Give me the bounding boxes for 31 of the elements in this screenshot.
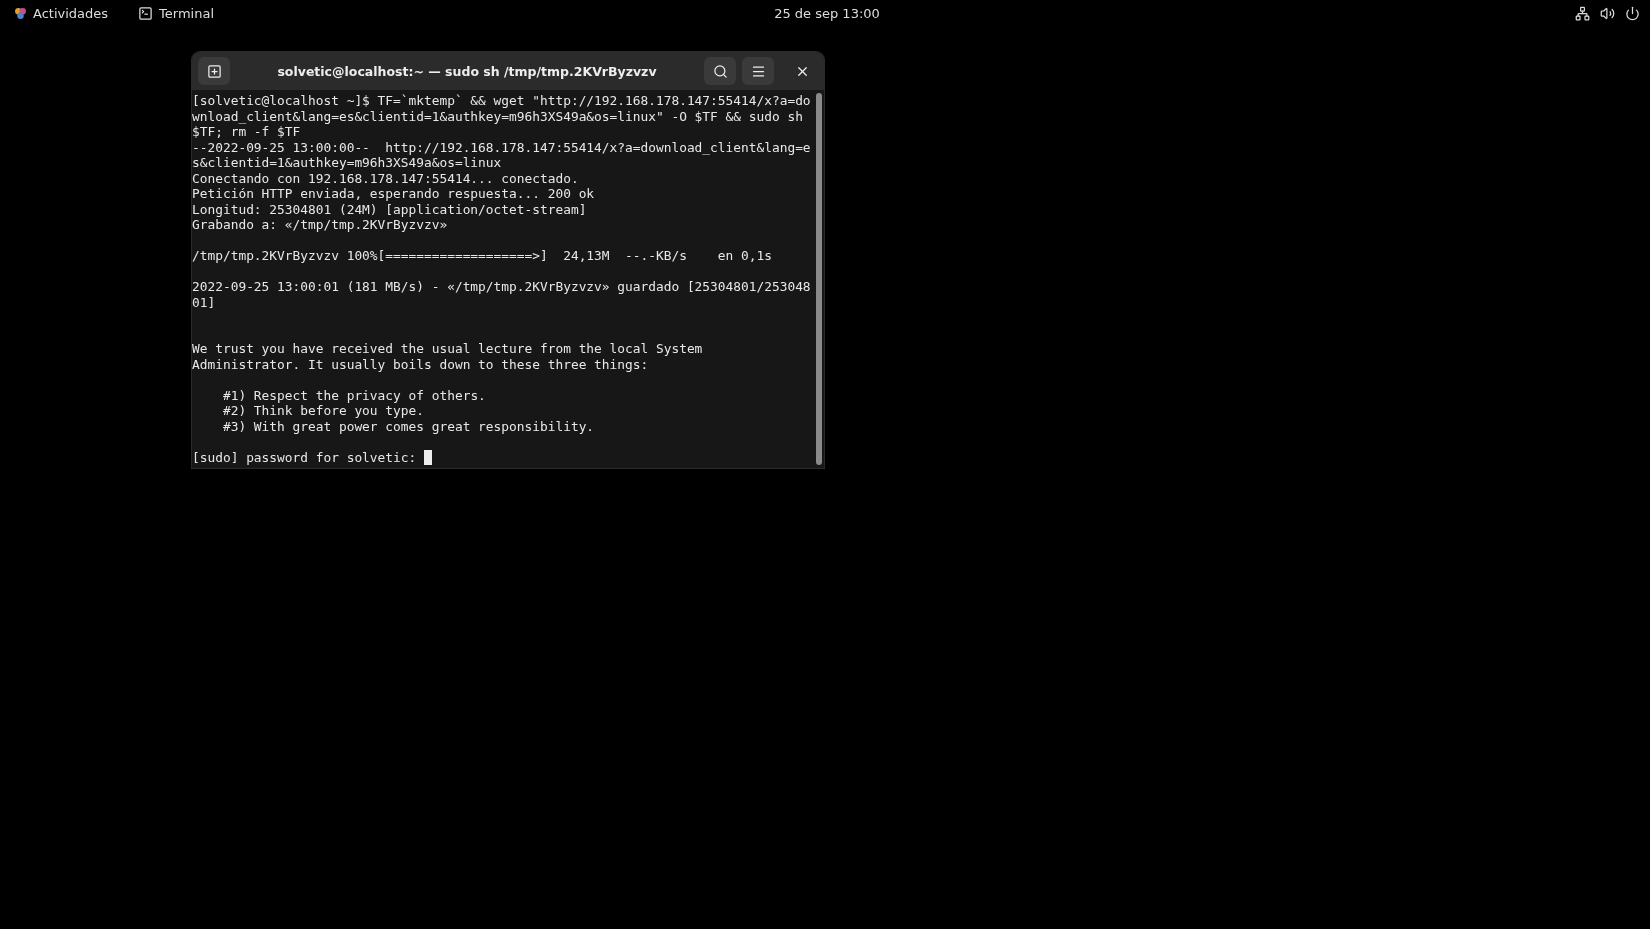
terminal-line: Conectando con 192.168.178.147:55414... conectado. <box>192 170 580 186</box>
scrollbar[interactable] <box>816 93 822 465</box>
terminal-line: [sudo] password for solvetic: <box>192 449 418 465</box>
activities-button[interactable]: Actividades <box>14 6 109 21</box>
app-menu[interactable]: Terminal <box>138 6 215 21</box>
text-cursor <box>424 449 432 465</box>
terminal-line: 2022-09-25 13:00:01 (181 MB/s) - «/tmp/tmp.2KVrByzvzv» guardado [25304801/25304801] <box>192 279 811 310</box>
terminal-line: Grabando a: «/tmp/tmp.2KVrByzvzv» <box>192 217 449 233</box>
clock[interactable]: 25 de sep 13:00 <box>774 6 880 21</box>
logo-icon <box>14 7 27 20</box>
terminal-line: We trust you have received the usual lecture from the local System <box>192 341 704 357</box>
terminal-line: --2022-09-25 13:00:00-- http://192.168.178.147:55414/x?a=download_client&lang=es&clientid=1&authkey=m96h3XS49a&os=linux <box>192 139 811 171</box>
terminal-icon <box>138 6 154 21</box>
search-icon <box>712 63 728 79</box>
new-tab-button[interactable] <box>198 57 230 85</box>
terminal-line: #3) With great power comes great responsibility. <box>221 418 596 434</box>
terminal-line: [solvetic@localhost ~]$ TF=`mktemp` && wget "http://192.168.178.147:55414/x?a=download_client&lang=es&clientid=1&authkey=m96h3XS49a&os=linux" -O $TF && sudo sh $TF; rm -f $TF <box>192 93 811 140</box>
new-tab-icon <box>206 63 222 79</box>
terminal-line: Petición HTTP enviada, esperando respuesta... 200 ok <box>192 186 596 202</box>
terminal-line: Administrator. It usually boils down to these three things: <box>192 356 650 372</box>
terminal-line: #2) Think before you type. <box>221 403 425 419</box>
terminal-line: #1) Respect the privacy of others. <box>221 387 487 403</box>
volume-icon[interactable] <box>1600 6 1615 21</box>
terminal-line: /tmp/tmp.2KVrByzvzv 100%[===================>] 24,13M --.-KB/s en 0,1s <box>192 248 773 264</box>
search-button[interactable] <box>704 57 736 85</box>
menu-button[interactable] <box>742 57 774 85</box>
network-icon[interactable] <box>1575 6 1590 21</box>
window-title: solvetic@localhost:~ — sudo sh /tmp/tmp.2KVrByzvzv <box>276 63 658 79</box>
terminal-line: Longitud: 25304801 (24M) [application/octet-stream] <box>192 201 588 217</box>
power-icon[interactable] <box>1625 6 1640 21</box>
menu-icon <box>750 63 766 79</box>
